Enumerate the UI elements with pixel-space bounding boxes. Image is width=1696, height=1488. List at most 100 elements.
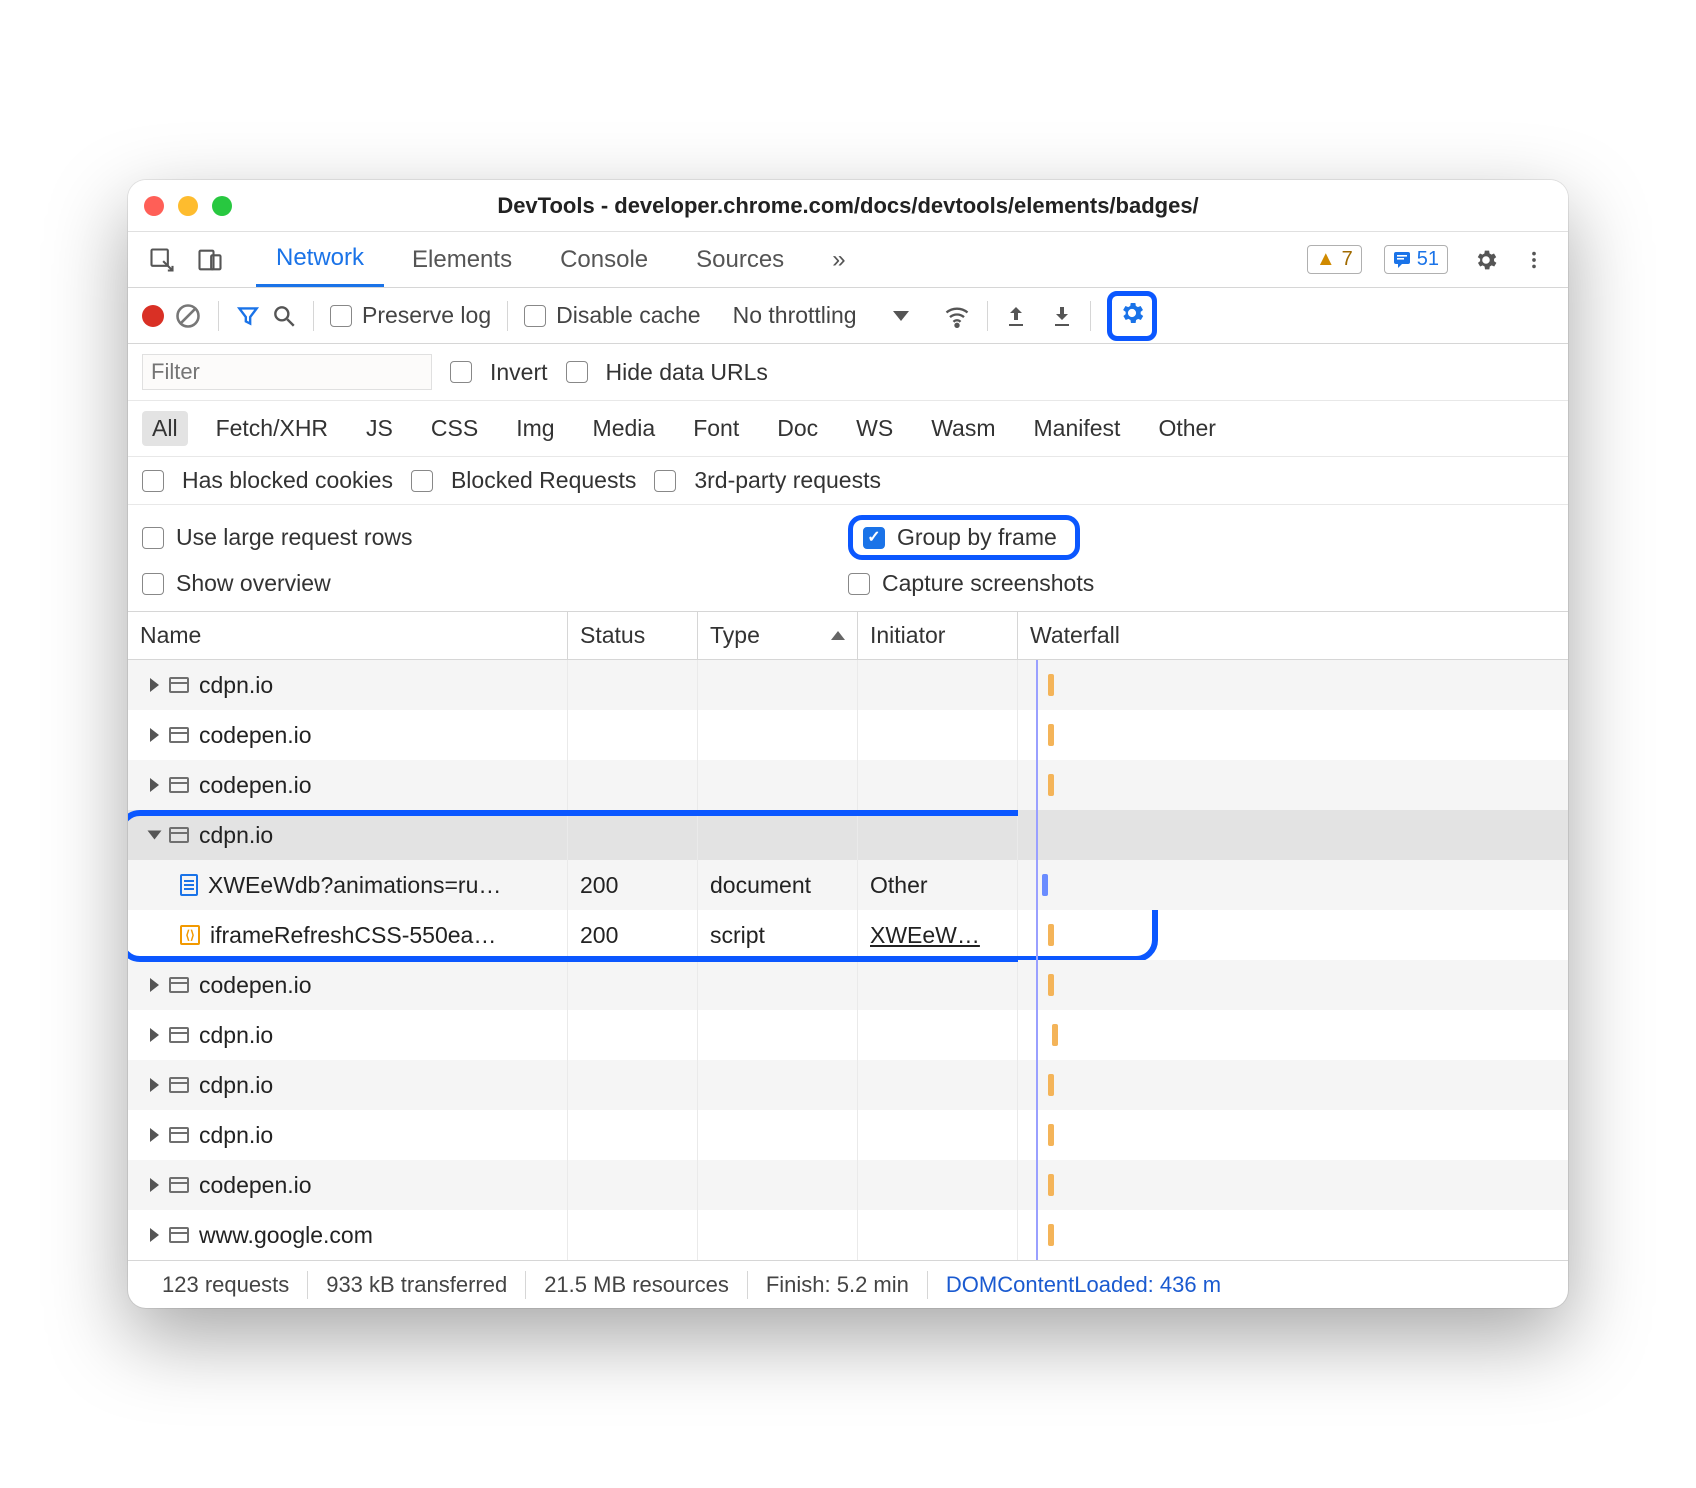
table-row[interactable]: XWEeWdb?animations=ru…200documentOther <box>128 860 1568 910</box>
capture-screenshots-setting: Capture screenshots <box>848 570 1554 597</box>
panel-tabbar: Network Elements Console Sources » ▲ 7 5… <box>128 232 1568 288</box>
caret-icon[interactable] <box>150 728 159 742</box>
row-type <box>698 1060 858 1110</box>
row-status: 200 <box>568 910 698 960</box>
row-name: cdpn.io <box>199 1122 273 1149</box>
invert-label: Invert <box>490 359 548 386</box>
table-row[interactable]: ⟨⟩iframeRefreshCSS-550ea…200scriptXWEeW… <box>128 910 1568 960</box>
table-row[interactable]: cdpn.io <box>128 1060 1568 1110</box>
status-finish: Finish: 5.2 min <box>748 1272 927 1298</box>
col-name[interactable]: Name <box>128 612 568 659</box>
table-row[interactable]: cdpn.io <box>128 810 1568 860</box>
caret-icon[interactable] <box>150 1128 159 1142</box>
messages-badge[interactable]: 51 <box>1384 245 1448 274</box>
network-toolbar: Preserve log Disable cache No throttling <box>128 288 1568 344</box>
type-chip-ws[interactable]: WS <box>846 411 903 446</box>
group-by-frame-highlight: Group by frame <box>848 515 1080 560</box>
tab-label: Elements <box>412 246 512 274</box>
status-transferred: 933 kB transferred <box>308 1272 525 1298</box>
row-name: www.google.com <box>199 1222 373 1249</box>
network-conditions-icon[interactable] <box>943 302 971 330</box>
filter-input[interactable] <box>142 354 432 390</box>
settings-gear-icon[interactable] <box>1466 240 1506 280</box>
frame-icon <box>169 777 189 793</box>
kebab-menu-icon[interactable] <box>1514 240 1554 280</box>
preserve-log-label: Preserve log <box>362 302 491 329</box>
network-settings-gear-icon[interactable] <box>1118 299 1146 327</box>
blocked-requests-checkbox[interactable] <box>411 470 433 492</box>
hide-data-urls-checkbox[interactable] <box>566 361 588 383</box>
caret-icon[interactable] <box>150 978 159 992</box>
filter-row-1: Invert Hide data URLs <box>128 344 1568 401</box>
inspect-icon[interactable] <box>142 240 182 280</box>
caret-icon[interactable] <box>150 1028 159 1042</box>
caret-icon[interactable] <box>150 1078 159 1092</box>
upload-icon[interactable] <box>1004 304 1028 328</box>
capture-screenshots-checkbox[interactable] <box>848 573 870 595</box>
type-chip-other[interactable]: Other <box>1148 411 1226 446</box>
table-body: cdpn.iocodepen.iocodepen.iocdpn.ioXWEeWd… <box>128 660 1568 1260</box>
type-chip-all[interactable]: All <box>142 411 188 446</box>
type-chip-fetchxhr[interactable]: Fetch/XHR <box>206 411 338 446</box>
caret-icon[interactable] <box>150 1228 159 1242</box>
type-chip-font[interactable]: Font <box>683 411 749 446</box>
col-type[interactable]: Type <box>698 612 858 659</box>
tab-more[interactable]: » <box>812 232 865 287</box>
table-row[interactable]: codepen.io <box>128 760 1568 810</box>
clear-icon[interactable] <box>174 302 202 330</box>
has-blocked-cookies-checkbox[interactable] <box>142 470 164 492</box>
preserve-log-checkbox[interactable] <box>330 305 352 327</box>
type-chip-manifest[interactable]: Manifest <box>1024 411 1131 446</box>
type-chip-wasm[interactable]: Wasm <box>921 411 1005 446</box>
table-row[interactable]: cdpn.io <box>128 660 1568 710</box>
show-overview-checkbox[interactable] <box>142 573 164 595</box>
table-row[interactable]: cdpn.io <box>128 1110 1568 1160</box>
row-status <box>568 1160 698 1210</box>
search-icon[interactable] <box>271 303 297 329</box>
caret-icon[interactable] <box>150 778 159 792</box>
device-toggle-icon[interactable] <box>190 240 230 280</box>
frame-icon <box>169 977 189 993</box>
row-name: cdpn.io <box>199 1072 273 1099</box>
show-overview-label: Show overview <box>176 570 331 597</box>
invert-checkbox[interactable] <box>450 361 472 383</box>
tab-console[interactable]: Console <box>540 232 668 287</box>
col-waterfall[interactable]: Waterfall <box>1018 612 1568 659</box>
tab-label: Sources <box>696 246 784 274</box>
type-chip-img[interactable]: Img <box>506 411 564 446</box>
blocked-requests-label: Blocked Requests <box>451 467 636 494</box>
warnings-badge[interactable]: ▲ 7 <box>1307 245 1362 274</box>
download-icon[interactable] <box>1050 304 1074 328</box>
initiator-link[interactable]: XWEeW… <box>870 922 980 949</box>
row-type <box>698 760 858 810</box>
throttling-select[interactable]: No throttling <box>733 302 909 329</box>
col-status[interactable]: Status <box>568 612 698 659</box>
caret-icon[interactable] <box>150 1178 159 1192</box>
status-bar: 123 requests 933 kB transferred 21.5 MB … <box>128 1260 1568 1308</box>
third-party-checkbox[interactable] <box>654 470 676 492</box>
tab-network[interactable]: Network <box>256 232 384 287</box>
type-chip-css[interactable]: CSS <box>421 411 488 446</box>
tab-sources[interactable]: Sources <box>676 232 804 287</box>
group-by-frame-checkbox[interactable] <box>863 527 885 549</box>
table-row[interactable]: www.google.com <box>128 1210 1568 1260</box>
row-waterfall <box>1018 760 1568 810</box>
col-initiator[interactable]: Initiator <box>858 612 1018 659</box>
filter-icon[interactable] <box>235 303 261 329</box>
row-initiator: Other <box>858 860 1018 910</box>
caret-icon[interactable] <box>148 831 162 840</box>
table-row[interactable]: codepen.io <box>128 960 1568 1010</box>
table-row[interactable]: cdpn.io <box>128 1010 1568 1060</box>
table-row[interactable]: codepen.io <box>128 710 1568 760</box>
table-row[interactable]: codepen.io <box>128 1160 1568 1210</box>
disable-cache-checkbox[interactable] <box>524 305 546 327</box>
frame-icon <box>169 1027 189 1043</box>
large-rows-checkbox[interactable] <box>142 527 164 549</box>
row-waterfall <box>1018 710 1568 760</box>
type-chip-doc[interactable]: Doc <box>767 411 828 446</box>
caret-icon[interactable] <box>150 678 159 692</box>
type-chip-js[interactable]: JS <box>356 411 403 446</box>
record-button[interactable] <box>142 305 164 327</box>
type-chip-media[interactable]: Media <box>583 411 666 446</box>
tab-elements[interactable]: Elements <box>392 232 532 287</box>
